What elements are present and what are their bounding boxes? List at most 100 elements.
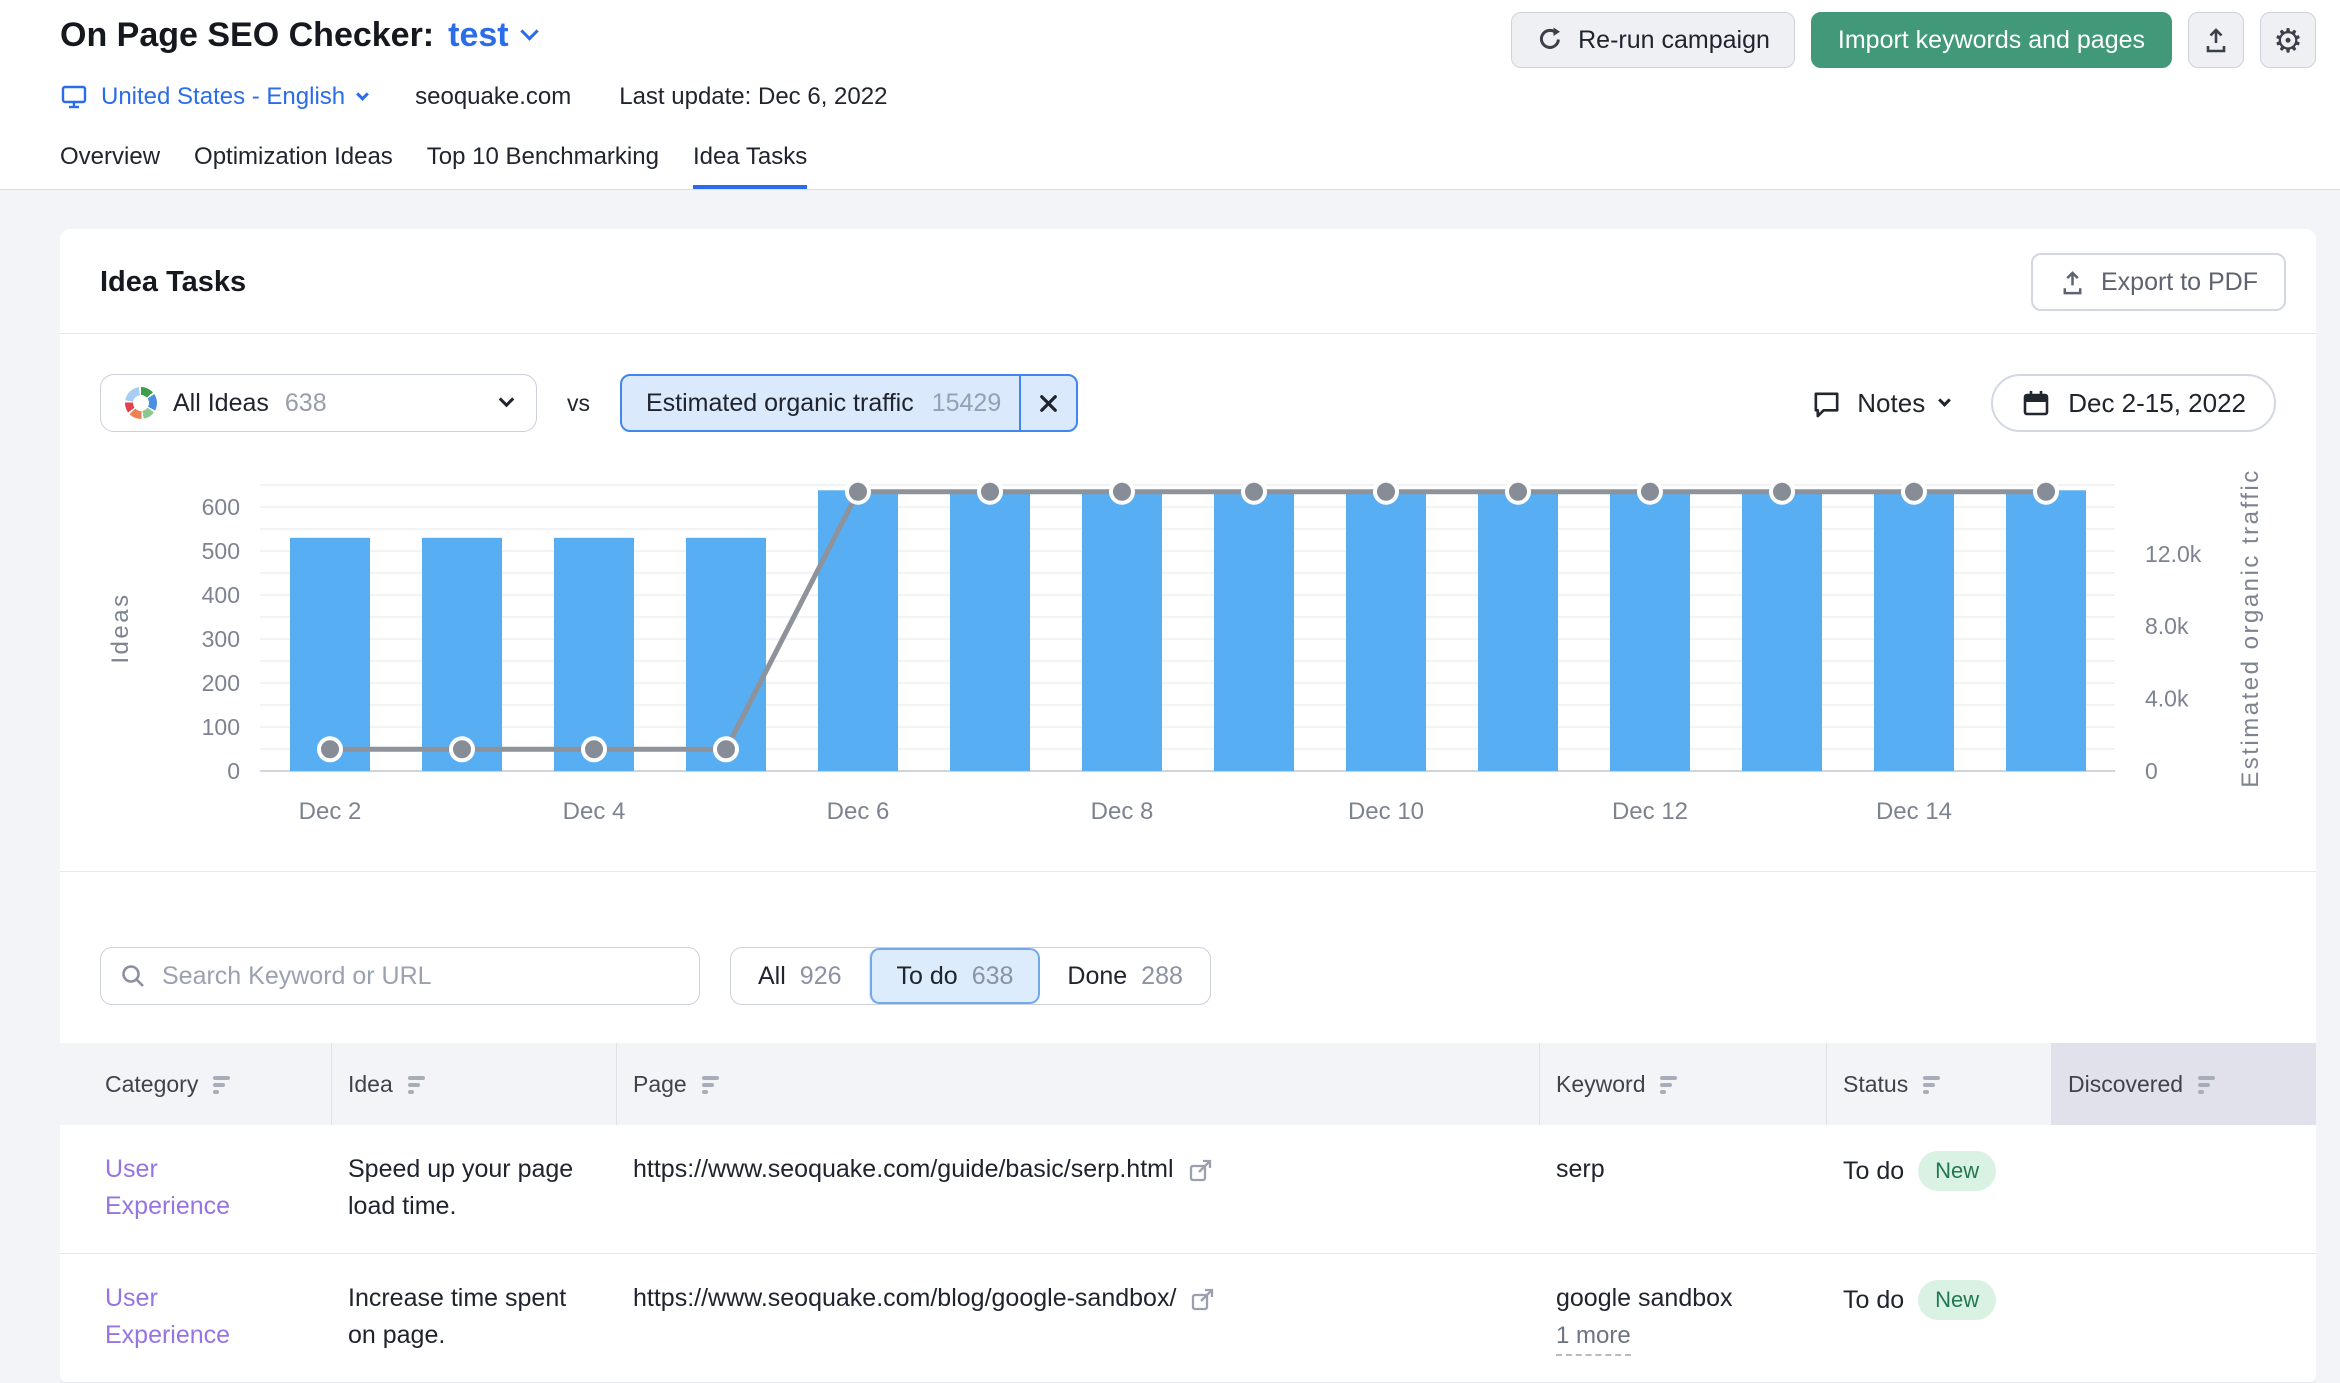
chevron-down-icon [499,391,515,407]
ideas-vs-traffic-chart: 010020030040050060004.0k8.0k12.0kDec 2De… [60,471,2316,843]
tab-overview[interactable]: Overview [60,143,160,189]
chart-bar-dec-9[interactable] [1214,490,1294,771]
chart-bar-dec-4[interactable] [554,538,634,771]
chart-bar-dec-14[interactable] [1874,490,1954,771]
monitor-icon [60,83,88,111]
traffic-point-dec-10[interactable] [1375,481,1397,503]
traffic-point-dec-15[interactable] [2035,481,2057,503]
idea-cell: Increase time spent on page. [332,1254,617,1382]
idea-text: Increase time spent on page. [348,1280,576,1354]
export-pdf-button[interactable]: Export to PDF [2031,253,2286,311]
last-update-label: Last update: Dec 6, 2022 [619,83,887,111]
traffic-point-dec-12[interactable] [1639,481,1661,503]
search-input-wrap [100,947,700,1005]
chart-bar-dec-5[interactable] [686,538,766,771]
status-cell: To doNew [1827,1125,2052,1213]
traffic-point-dec-4[interactable] [583,738,605,760]
chart-bar-dec-13[interactable] [1742,490,1822,771]
page-cell: https://www.seoquake.com/guide/basic/ser… [617,1125,1540,1253]
domain-label: seoquake.com [415,83,571,111]
external-link-icon[interactable] [1188,1157,1214,1183]
idea-text: Speed up your page load time. [348,1151,576,1225]
status-filter-done[interactable]: Done 288 [1040,948,1209,1004]
card-title: Idea Tasks [100,266,246,299]
status-text: To do [1843,1282,1904,1319]
column-label: Idea [348,1071,393,1098]
export-icon-button[interactable] [2188,12,2244,68]
traffic-point-dec-6[interactable] [847,481,869,503]
ideas-filter-select[interactable]: All Ideas 638 [100,374,537,432]
right-axis-title: Estimated organic traffic [2237,471,2264,788]
column-header-category[interactable]: Category [60,1043,332,1125]
category-link[interactable]: User Experience [105,1280,280,1354]
traffic-point-dec-5[interactable] [715,738,737,760]
metric-chip-remove-button[interactable] [1019,376,1076,430]
traffic-point-dec-3[interactable] [451,738,473,760]
date-range-button[interactable]: Dec 2-15, 2022 [1991,374,2276,432]
metric-chip[interactable]: Estimated organic traffic 15429 [620,374,1078,432]
category-link[interactable]: User Experience [105,1151,280,1225]
chart-bar-dec-2[interactable] [290,538,370,771]
left-axis-title: Ideas [107,592,134,663]
external-link-icon[interactable] [1190,1286,1216,1312]
search-input[interactable] [160,961,681,992]
left-axis-tick: 200 [202,670,240,696]
chart-bar-dec-7[interactable] [950,490,1030,771]
status-cell: To doNew [1827,1254,2052,1342]
section-divider [60,871,2316,872]
traffic-point-dec-13[interactable] [1771,481,1793,503]
traffic-point-dec-11[interactable] [1507,481,1529,503]
column-header-keyword[interactable]: Keyword [1540,1043,1827,1125]
sort-filter-icon [700,1071,726,1097]
locale-selector[interactable]: United States - English [60,83,367,111]
campaign-selector[interactable]: test [448,16,535,55]
column-header-status[interactable]: Status [1827,1043,2052,1125]
page-cell: https://www.seoquake.com/blog/google-san… [617,1254,1540,1382]
tab-idea-tasks[interactable]: Idea Tasks [693,143,807,189]
ideas-select-label: All Ideas [173,389,269,418]
discovered-cell [2052,1254,2316,1382]
traffic-point-dec-9[interactable] [1243,481,1265,503]
keyword-text: google sandbox [1556,1280,1811,1317]
chart-bar-dec-11[interactable] [1478,490,1558,771]
column-header-idea[interactable]: Idea [332,1043,617,1125]
traffic-point-dec-7[interactable] [979,481,1001,503]
keyword-more-link[interactable]: 1 more [1556,1321,1631,1356]
chevron-down-icon [1938,394,1951,407]
status-filter-to-do[interactable]: To do638 [869,948,1041,1004]
table-row: User Experience Speed up your page load t… [60,1125,2316,1254]
status-filter-label: Done [1067,962,1127,991]
status-filter-count: 288 [1141,962,1183,991]
traffic-point-dec-8[interactable] [1111,481,1133,503]
chart-bar-dec-6[interactable] [818,490,898,771]
page-title-text: On Page SEO Checker: [60,16,434,55]
chart-bar-dec-3[interactable] [422,538,502,771]
tab-bar: Overview Optimization Ideas Top 10 Benchma… [0,111,2340,190]
traffic-point-dec-2[interactable] [319,738,341,760]
ideas-select-count: 638 [285,389,327,418]
rerun-campaign-label: Re-run campaign [1578,26,1770,55]
campaign-name: test [448,16,508,55]
tab-optimization-ideas[interactable]: Optimization Ideas [194,143,393,189]
column-header-discovered[interactable]: Discovered [2052,1043,2316,1125]
status-filter-all[interactable]: All926 [731,948,869,1004]
ideas-traffic-chart-svg: 010020030040050060004.0k8.0k12.0kDec 2De… [95,471,2285,843]
status-filter-count: 638 [972,962,1014,991]
notes-bubble-icon [1811,388,1842,419]
rerun-campaign-button[interactable]: Re-run campaign [1511,12,1795,68]
notes-dropdown[interactable]: Notes [1811,388,1949,419]
chart-bar-dec-8[interactable] [1082,490,1162,771]
tab-top-10-benchmarking[interactable]: Top 10 Benchmarking [427,143,659,189]
column-label: Category [105,1071,198,1098]
column-header-page[interactable]: Page [617,1043,1540,1125]
traffic-point-dec-14[interactable] [1903,481,1925,503]
import-keywords-button[interactable]: Import keywords and pages [1811,12,2172,68]
left-axis-tick: 600 [202,494,240,520]
idea-tasks-table: CategoryIdeaPageKeywordStatusDiscovered … [60,1043,2316,1383]
settings-button[interactable]: ⚙ [2260,12,2316,68]
page-url: https://www.seoquake.com/guide/basic/ser… [633,1151,1174,1188]
chart-bar-dec-15[interactable] [2006,490,2086,771]
chart-bar-dec-10[interactable] [1346,490,1426,771]
chart-bar-dec-12[interactable] [1610,490,1690,771]
sort-filter-icon [406,1071,432,1097]
